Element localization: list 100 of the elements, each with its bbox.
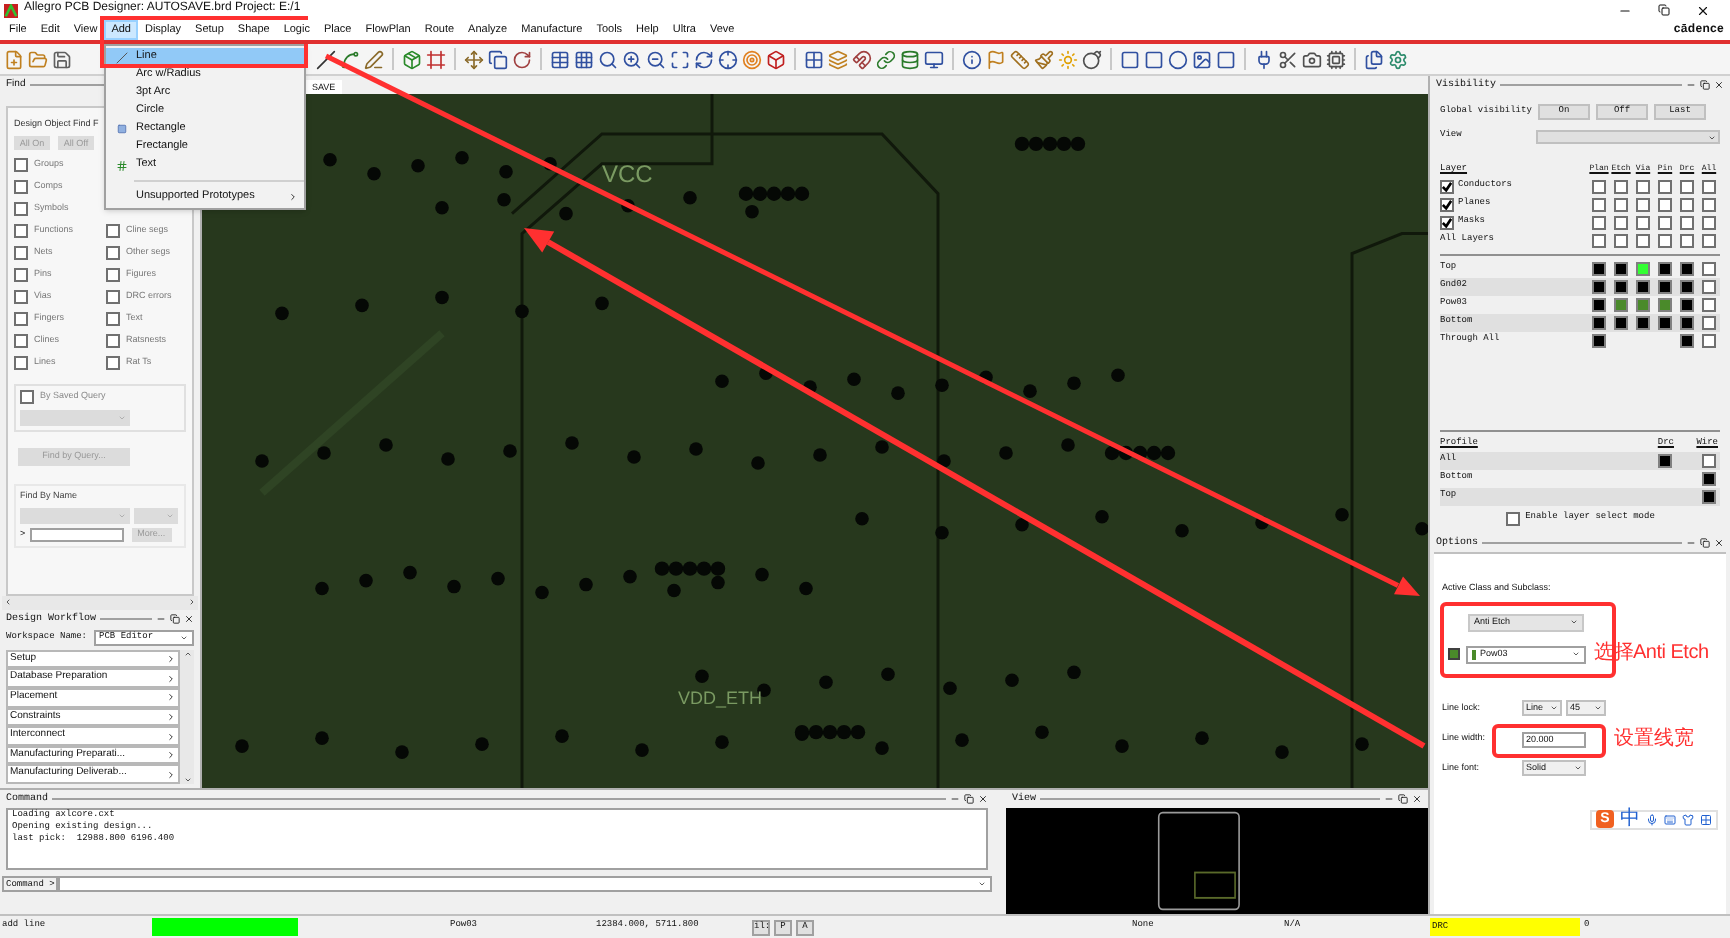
checkbox[interactable] (14, 157, 28, 172)
restore-icon[interactable] (1700, 80, 1710, 90)
restore-icon[interactable] (170, 613, 180, 624)
layer-color-swatch[interactable] (1658, 316, 1672, 330)
name-input-field[interactable] (29, 527, 124, 541)
refresh-icon[interactable] (694, 49, 714, 69)
layers-icon[interactable] (828, 49, 848, 69)
layer-color-swatch[interactable] (1702, 472, 1716, 486)
table-icon[interactable] (550, 49, 570, 69)
checkbox[interactable] (14, 179, 28, 194)
checkbox[interactable] (14, 311, 28, 326)
checkbox[interactable] (106, 355, 120, 370)
vertical-scrollbar[interactable] (180, 649, 194, 784)
square-icon[interactable] (1216, 49, 1236, 69)
plug-icon[interactable] (1254, 49, 1274, 69)
database-icon[interactable] (900, 49, 920, 69)
magnet-icon[interactable] (852, 49, 872, 69)
layer-color-swatch[interactable] (1680, 262, 1694, 276)
new-file-icon[interactable] (4, 49, 24, 69)
layer-color-swatch[interactable] (1680, 280, 1694, 294)
minimize-icon[interactable] (1384, 794, 1394, 804)
checkbox[interactable] (1702, 454, 1716, 468)
checkbox[interactable] (106, 289, 120, 304)
checkbox[interactable] (1592, 234, 1606, 248)
layer-color-swatch[interactable] (1680, 334, 1694, 348)
bomb-icon[interactable] (1082, 49, 1102, 69)
layer-color-swatch[interactable] (1636, 280, 1650, 294)
checkbox[interactable] (106, 311, 120, 326)
checkbox[interactable] (1702, 298, 1716, 312)
checkbox[interactable] (1680, 234, 1694, 248)
microphone-icon[interactable] (1646, 813, 1658, 826)
layer-color-swatch[interactable] (1636, 262, 1650, 276)
layer-color-swatch[interactable] (1680, 298, 1694, 312)
checkbox[interactable] (14, 333, 28, 348)
layer-color-swatch[interactable] (1658, 454, 1672, 468)
checkbox[interactable] (1702, 180, 1716, 194)
layer-color-swatch[interactable] (1592, 298, 1606, 312)
pcb-canvas[interactable] (202, 94, 1428, 788)
paintbrush-icon[interactable] (1034, 49, 1054, 69)
minimize-icon[interactable] (1686, 538, 1696, 548)
checkbox[interactable] (1680, 180, 1694, 194)
link-icon[interactable] (876, 49, 896, 69)
package-icon[interactable] (402, 49, 422, 69)
grid-icon[interactable] (804, 49, 824, 69)
checkbox[interactable] (1614, 180, 1628, 194)
checkbox[interactable] (1702, 234, 1716, 248)
monitor-icon[interactable] (924, 49, 944, 69)
camera-icon[interactable] (1302, 49, 1322, 69)
minimize-icon[interactable] (950, 794, 960, 804)
search-icon[interactable] (598, 49, 618, 69)
checkbox[interactable] (1702, 316, 1716, 330)
info-icon[interactable] (962, 49, 982, 69)
checkbox[interactable] (1592, 180, 1606, 194)
checkbox[interactable] (14, 289, 28, 304)
checkbox[interactable] (1614, 216, 1628, 230)
checkbox[interactable] (1658, 198, 1672, 212)
checkbox[interactable] (106, 245, 120, 260)
crosshair-icon[interactable] (718, 49, 738, 69)
square-icon[interactable] (1144, 49, 1164, 69)
restore-icon[interactable] (1398, 794, 1408, 804)
checkbox[interactable] (1592, 216, 1606, 230)
cube-icon[interactable] (766, 49, 786, 69)
checkbox[interactable] (1636, 216, 1650, 230)
rotate-icon[interactable] (512, 49, 532, 69)
layer-color-swatch[interactable] (1592, 316, 1606, 330)
pen-icon[interactable] (364, 49, 384, 69)
layer-color-swatch[interactable] (1614, 262, 1628, 276)
layer-color-swatch[interactable] (1680, 316, 1694, 330)
checkbox[interactable] (106, 267, 120, 282)
checkbox[interactable] (14, 267, 28, 282)
checkbox[interactable] (1702, 198, 1716, 212)
layer-color-swatch[interactable] (1658, 280, 1672, 294)
layer-color-swatch[interactable] (1592, 334, 1606, 348)
settings-icon[interactable] (1388, 49, 1408, 69)
files-icon[interactable] (1364, 49, 1384, 69)
checkbox[interactable] (1614, 198, 1628, 212)
flag-icon[interactable] (986, 49, 1006, 69)
checkbox[interactable] (14, 355, 28, 370)
layer-color-swatch[interactable] (1614, 280, 1628, 294)
grid-icon[interactable] (574, 49, 594, 69)
layer-color-swatch[interactable] (1636, 298, 1650, 312)
checkbox[interactable] (1440, 198, 1454, 212)
restore-icon[interactable] (1700, 538, 1710, 548)
keyboard-icon[interactable] (1664, 813, 1676, 826)
image-icon[interactable] (1192, 49, 1212, 69)
checkbox[interactable] (1702, 216, 1716, 230)
close-icon[interactable] (1696, 3, 1710, 17)
checkbox[interactable] (1505, 511, 1520, 525)
ruler-icon[interactable] (1010, 49, 1030, 69)
command-input-field[interactable] (58, 876, 992, 892)
layer-color-swatch[interactable] (1658, 262, 1672, 276)
grid-icon[interactable] (1700, 813, 1712, 826)
checkbox[interactable] (1636, 198, 1650, 212)
checkbox[interactable] (20, 389, 34, 404)
checkbox[interactable] (1636, 234, 1650, 248)
checkbox[interactable] (14, 245, 28, 260)
folder-icon[interactable] (28, 49, 48, 69)
layer-color-swatch[interactable] (1636, 316, 1650, 330)
checkbox[interactable] (1702, 334, 1716, 348)
checkbox[interactable] (1440, 216, 1454, 230)
